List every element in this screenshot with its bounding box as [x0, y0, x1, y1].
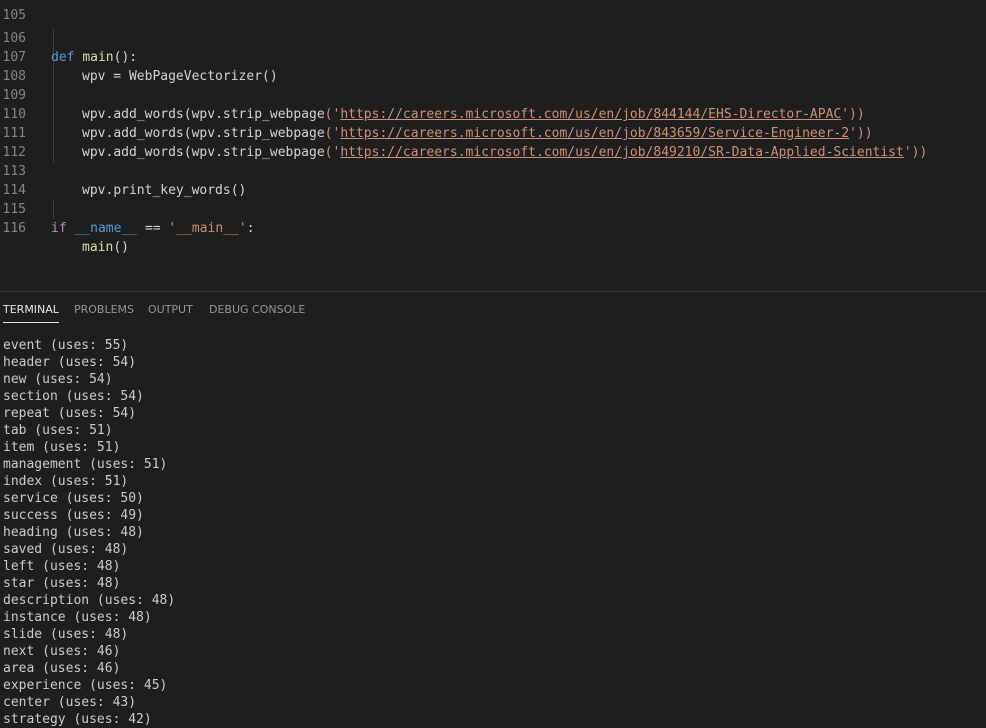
terminal-line: heading (uses: 48) [3, 525, 144, 540]
tab-terminal[interactable]: TERMINAL [3, 303, 59, 323]
terminal-line: repeat (uses: 54) [3, 406, 137, 421]
code-line: 111 wpv.add_words(wpv.strip_webpage('htt… [0, 105, 986, 160]
function-call: main [82, 240, 114, 255]
tab-output[interactable]: OUTPUT [148, 303, 193, 322]
code-line: 105 [0, 0, 986, 23]
terminal-line: left (uses: 48) [3, 559, 121, 574]
terminal-line: new (uses: 54) [3, 372, 113, 387]
code-editor[interactable]: 105 106 def main(): 107 wpv = WebPageVec… [0, 0, 986, 291]
terminal-line: item (uses: 51) [3, 440, 121, 455]
code-line: 109 wpv.add_words(wpv.strip_webpage('htt… [0, 67, 986, 122]
terminal-line: service (uses: 50) [3, 491, 144, 506]
terminal-line: area (uses: 46) [3, 661, 121, 676]
code-line: 110 wpv.add_words(wpv.strip_webpage('htt… [0, 86, 986, 141]
line-number: 116 [2, 221, 26, 236]
code-line: 114 [0, 162, 986, 198]
terminal-line: success (uses: 49) [3, 508, 144, 523]
terminal-line: event (uses: 55) [3, 338, 129, 353]
terminal-line: section (uses: 54) [3, 389, 144, 404]
terminal-line: center (uses: 43) [3, 695, 137, 710]
terminal-line: strategy (uses: 42) [3, 712, 152, 727]
tab-debug-console[interactable]: DEBUG CONSOLE [209, 303, 305, 322]
code-line: 113 wpv.print_key_words() [0, 143, 986, 198]
bottom-panel: TERMINAL PROBLEMS OUTPUT DEBUG CONSOLE e… [0, 292, 986, 727]
code-line: 112 [0, 124, 986, 160]
terminal-line: description (uses: 48) [3, 593, 176, 608]
terminal-line: instance (uses: 48) [3, 610, 152, 625]
terminal-line: index (uses: 51) [3, 474, 129, 489]
code-line: 116 main() [0, 200, 986, 255]
terminal-line: tab (uses: 51) [3, 423, 113, 438]
code-line: 107 wpv = WebPageVectorizer() [0, 29, 986, 84]
terminal-line: next (uses: 46) [3, 644, 121, 659]
terminal-line: header (uses: 54) [3, 355, 137, 370]
code-line: 115 if __name__ == '__main__': [0, 181, 986, 236]
tab-problems[interactable]: PROBLEMS [74, 303, 134, 322]
string-main: '__main__' [168, 221, 247, 236]
keyword-if: if [51, 221, 67, 236]
terminal-line: saved (uses: 48) [3, 542, 129, 557]
panel-tabs: TERMINAL PROBLEMS OUTPUT DEBUG CONSOLE [0, 292, 986, 327]
terminal-line: star (uses: 48) [3, 576, 121, 591]
dunder-name: __name__ [74, 221, 138, 236]
terminal-line: management (uses: 51) [3, 457, 168, 472]
code-line: 106 def main(): [0, 10, 986, 65]
terminal-output[interactable]: event (uses: 55) header (uses: 54) new (us… [3, 337, 175, 728]
code-line: 108 [0, 48, 986, 84]
terminal-line: slide (uses: 48) [3, 627, 129, 642]
terminal-line: experience (uses: 45) [3, 678, 168, 693]
